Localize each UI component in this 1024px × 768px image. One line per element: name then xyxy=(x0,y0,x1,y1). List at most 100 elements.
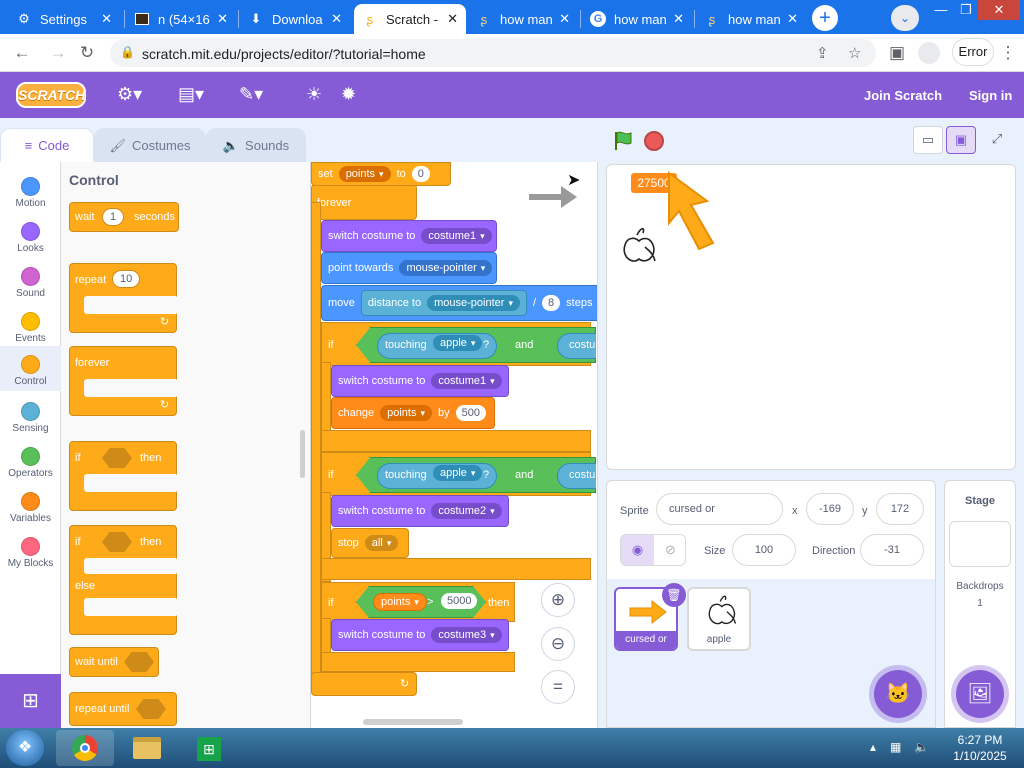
category-variables[interactable]: Variables xyxy=(0,483,61,528)
wait-seconds-block[interactable]: wait 1 seconds xyxy=(69,202,179,232)
profile-avatar[interactable] xyxy=(918,42,940,64)
point-towards-block[interactable]: point towards mouse-pointer xyxy=(321,252,497,284)
green-flag-icon[interactable] xyxy=(612,130,634,152)
switch-costume-block[interactable]: switch costume to costume2 xyxy=(331,495,509,527)
restore-button[interactable]: ❐ xyxy=(954,0,978,20)
forever-block[interactable]: forever ↻ xyxy=(69,346,178,416)
close-icon[interactable]: ✕ xyxy=(217,11,228,27)
category-sound[interactable]: Sound xyxy=(0,258,61,303)
tab-downloads[interactable]: ⬇ Downloa ✕ xyxy=(240,4,350,34)
tab-sounds[interactable]: 🔈 Sounds xyxy=(206,128,306,162)
taskbar-store[interactable]: ⊞ xyxy=(180,730,238,766)
system-clock[interactable]: 6:27 PM 1/10/2025 xyxy=(940,732,1020,764)
wait-until-block[interactable]: wait until xyxy=(69,647,159,677)
side-panel-icon[interactable]: ▣ xyxy=(885,41,909,65)
taskbar-chrome[interactable] xyxy=(56,730,114,766)
tab-image[interactable]: n (54×16 ✕ xyxy=(126,4,236,34)
switch-costume-block[interactable]: switch costume to costume3 xyxy=(331,619,509,651)
if-then-block[interactable]: if then xyxy=(69,441,178,511)
repeat-until-block[interactable]: repeat until xyxy=(69,692,177,726)
minimize-button[interactable]: — xyxy=(928,0,954,20)
scratch-logo[interactable]: SCRATCH xyxy=(16,82,86,108)
move-steps-block[interactable]: move distance to mouse-pointer / 8 steps xyxy=(321,285,597,321)
if-else-block[interactable]: if then else xyxy=(69,525,178,635)
bookmark-star-icon[interactable]: ☆ xyxy=(848,44,861,62)
stage-canvas[interactable]: 27500 xyxy=(606,164,1016,470)
boolean-slot[interactable] xyxy=(102,532,132,552)
omnibox[interactable]: 🔒 scratch.mit.edu/projects/editor/?tutor… xyxy=(110,39,876,67)
x-position-input[interactable]: -169 xyxy=(806,493,854,525)
new-tab-button[interactable]: + xyxy=(812,5,838,31)
backdrop-thumbnail[interactable] xyxy=(949,521,1011,567)
file-menu-icon[interactable]: ▤▾ xyxy=(178,84,204,105)
category-motion[interactable]: Motion xyxy=(0,168,61,213)
if-touching-block-1[interactable]: if touching apple ? and costu xyxy=(321,322,596,366)
stop-block[interactable]: stop all xyxy=(331,528,409,558)
close-icon[interactable]: ✕ xyxy=(787,11,798,27)
close-icon[interactable]: ✕ xyxy=(101,11,112,27)
switch-costume-block[interactable]: switch costume to costume1 xyxy=(331,365,509,397)
window-close-button[interactable]: ✕ xyxy=(978,0,1020,20)
palette-scrollbar[interactable] xyxy=(300,430,305,478)
tab-costumes[interactable]: 🖌 Costumes xyxy=(94,128,206,162)
close-icon[interactable]: ✕ xyxy=(673,11,684,27)
network-icon[interactable]: ▦ xyxy=(890,740,901,754)
category-events[interactable]: Events xyxy=(0,303,61,348)
forward-icon[interactable]: → xyxy=(46,41,70,65)
share-icon[interactable]: ⇪ xyxy=(816,44,829,62)
category-looks[interactable]: Looks xyxy=(0,213,61,258)
category-control[interactable]: Control xyxy=(0,346,61,391)
tab-how-many-3[interactable]: ʂ how man ✕ xyxy=(696,4,806,34)
fullscreen-button[interactable]: ⤢ xyxy=(982,126,1012,154)
if-touching-block-2[interactable]: if touching apple ? and costu xyxy=(321,452,596,496)
tray-chevron-icon[interactable]: ▴ xyxy=(870,740,876,754)
lightbulb-icon[interactable]: ☀ xyxy=(306,84,322,105)
script-horizontal-scrollbar[interactable] xyxy=(363,719,463,725)
stop-sign-icon[interactable] xyxy=(644,131,664,151)
boolean-slot[interactable] xyxy=(102,448,132,468)
if-points-greater-block[interactable]: if points > 5000 then xyxy=(321,582,515,622)
debug-bug-icon[interactable]: ✹ xyxy=(341,84,356,105)
zoom-reset-button[interactable]: = xyxy=(541,670,575,704)
choose-backdrop-button[interactable]: 🖼 xyxy=(956,670,1004,718)
boolean-slot[interactable] xyxy=(124,652,154,672)
tab-scratch[interactable]: ʂ Scratch - ✕ xyxy=(354,4,466,34)
category-sensing[interactable]: Sensing xyxy=(0,393,61,438)
set-variable-block[interactable]: set points to 0 xyxy=(311,162,451,186)
y-position-input[interactable]: 172 xyxy=(876,493,924,525)
volume-icon[interactable]: 🔈 xyxy=(914,740,929,754)
tab-how-many-1[interactable]: ʂ how man ✕ xyxy=(468,4,578,34)
close-icon[interactable]: ✕ xyxy=(331,11,342,27)
size-input[interactable]: 100 xyxy=(732,534,796,566)
tab-settings[interactable]: ⚙ Settings ✕ xyxy=(8,4,120,34)
start-button[interactable]: ❖ xyxy=(6,730,44,766)
small-stage-button[interactable]: ▭ xyxy=(913,126,943,154)
add-extension-button[interactable]: ⊞ xyxy=(0,674,61,728)
direction-input[interactable]: -31 xyxy=(860,534,924,566)
zoom-out-button[interactable]: ⊖ xyxy=(541,627,575,661)
join-scratch-link[interactable]: Join Scratch xyxy=(864,88,942,103)
forever-block[interactable]: forever xyxy=(311,184,417,220)
edit-pencil-icon[interactable]: ✎▾ xyxy=(239,84,263,105)
tab-code[interactable]: ≡ Code xyxy=(0,128,94,162)
choose-sprite-button[interactable]: 🐱 xyxy=(874,670,922,718)
tab-how-many-2[interactable]: G how man ✕ xyxy=(582,4,692,34)
change-variable-block[interactable]: change points by 500 xyxy=(331,397,495,429)
close-icon[interactable]: ✕ xyxy=(447,11,458,27)
switch-costume-block[interactable]: switch costume to costume1 xyxy=(321,220,497,252)
back-icon[interactable]: ← xyxy=(10,41,34,65)
large-stage-button[interactable]: ▣ xyxy=(946,126,976,154)
repeat-block[interactable]: repeat 10 ↻ xyxy=(69,263,178,333)
zoom-in-button[interactable]: ⊕ xyxy=(541,583,575,617)
category-my-blocks[interactable]: My Blocks xyxy=(0,528,61,573)
kebab-menu-icon[interactable]: ⋮ xyxy=(998,41,1018,65)
category-operators[interactable]: Operators xyxy=(0,438,61,483)
taskbar-file-explorer[interactable] xyxy=(118,730,176,766)
sprite-name-input[interactable]: cursed or xyxy=(656,493,783,525)
sprite-thumb-apple[interactable]: apple xyxy=(687,587,751,651)
delete-sprite-button[interactable]: 🗑 xyxy=(662,583,686,607)
hide-eye-icon[interactable]: ⊘ xyxy=(654,535,685,565)
reload-icon[interactable]: ↻ xyxy=(75,41,99,65)
error-button[interactable]: Error xyxy=(952,38,994,66)
close-icon[interactable]: ✕ xyxy=(559,11,570,27)
